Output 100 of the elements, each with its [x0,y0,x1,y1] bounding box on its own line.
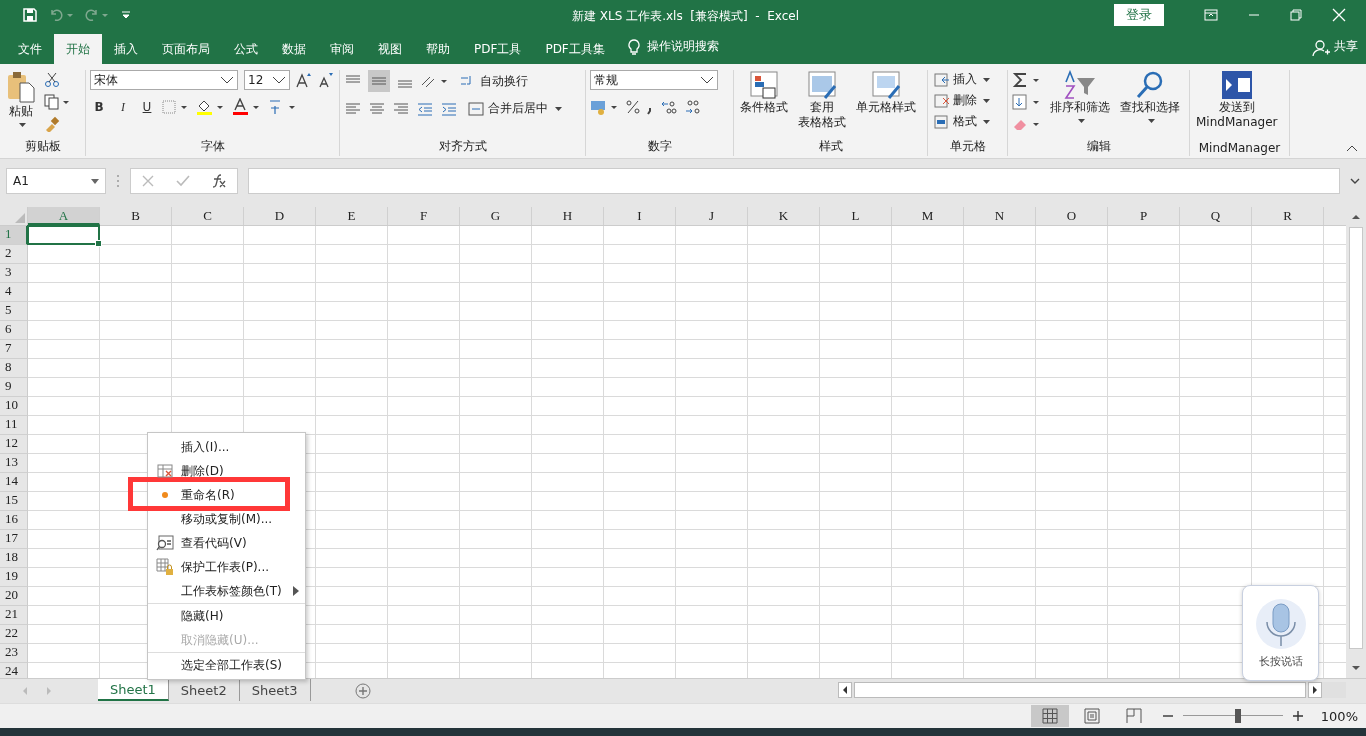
add-sheet-icon[interactable] [354,683,371,699]
ribbon-tab[interactable]: PDF工具 [462,34,534,64]
sheet-tab[interactable]: Sheet1 [98,679,169,701]
row-header[interactable]: 13 [0,454,28,473]
align-left-icon[interactable] [344,100,362,117]
percent-icon[interactable] [626,99,640,115]
column-header[interactable]: M [892,207,964,225]
menu-item[interactable]: 保护工作表(P)... [148,555,305,579]
column-header[interactable]: A [28,207,100,225]
name-box[interactable]: A1 [6,168,106,194]
menu-item[interactable]: 移动或复制(M)... [148,507,305,531]
row-header[interactable]: 3 [0,264,28,283]
menu-item[interactable]: 删除(D) [148,459,305,483]
save-icon[interactable] [22,7,38,23]
find-select-button[interactable]: 查找和选择 [1118,70,1182,123]
menu-item[interactable]: 插入(I)... [148,435,305,459]
row-header[interactable]: 18 [0,549,28,568]
font-color-icon[interactable] [232,98,262,116]
column-header[interactable]: O [1036,207,1108,225]
view-button[interactable] [1030,705,1069,727]
column-header[interactable]: N [964,207,1036,225]
column-header[interactable]: R [1252,207,1324,225]
cells-menu-button[interactable]: 删除 [932,91,992,110]
phonetic-icon[interactable] [268,98,298,116]
fill-color-icon[interactable] [196,98,226,116]
ribbon-tab[interactable]: 数据 [270,34,318,64]
row-header[interactable]: 10 [0,397,28,416]
menu-item[interactable]: 查看代码(V) [148,531,305,555]
row-header[interactable]: 12 [0,435,28,454]
column-header[interactable]: P [1108,207,1180,225]
scroll-right-icon[interactable] [1308,682,1322,698]
column-header[interactable]: L [820,207,892,225]
column-header[interactable]: B [100,207,172,225]
fill-down-icon[interactable] [1012,94,1042,110]
column-header[interactable]: K [748,207,820,225]
menu-item[interactable]: 选定全部工作表(S) [148,652,305,677]
row-header[interactable]: 19 [0,568,28,587]
paste-button[interactable]: 粘贴 [4,70,38,127]
number-format-dropdown[interactable]: 常规 [590,70,718,90]
format-painter-icon[interactable] [44,116,60,132]
row-header[interactable]: 8 [0,359,28,378]
lightbulb-icon[interactable] [626,39,641,57]
row-header[interactable]: 1 [0,226,28,245]
cut-icon[interactable] [44,72,60,88]
zoom-in-icon[interactable] [1292,711,1303,721]
row-header[interactable]: 17 [0,530,28,549]
active-cell[interactable] [27,225,100,245]
increase-font-icon[interactable] [296,72,312,88]
voice-input-widget[interactable]: 长按说话 [1242,585,1319,681]
copy-icon[interactable] [44,94,70,110]
zoom-level[interactable]: 100% [1312,708,1358,724]
align-center-icon[interactable] [368,100,386,117]
menu-item[interactable]: 隐藏(H) [148,603,305,628]
undo-icon[interactable] [48,7,74,23]
formula-input[interactable] [248,168,1340,194]
font-name-dropdown[interactable]: 宋体 [90,70,238,90]
ribbon-tab[interactable]: 文件 [6,34,54,64]
style-button[interactable]: 套用 表格格式 [796,70,848,130]
login-button[interactable]: 登录 [1114,4,1164,26]
row-header[interactable]: 5 [0,302,28,321]
font-size-dropdown[interactable]: 12 [244,70,290,90]
column-header[interactable]: J [676,207,748,225]
redo-icon[interactable] [84,7,110,23]
ribbon-tab[interactable]: 审阅 [318,34,366,64]
column-header[interactable]: C [172,207,244,225]
ribbon-tab[interactable]: 插入 [102,34,150,64]
increase-decimal-icon[interactable] [660,99,678,115]
merge-center-button[interactable]: 合并后居中 [464,100,566,117]
column-header[interactable]: D [244,207,316,225]
align-right-icon[interactable] [392,100,410,117]
row-header[interactable]: 14 [0,473,28,492]
row-header[interactable]: 23 [0,644,28,663]
scroll-left-icon[interactable] [838,682,852,698]
ribbon-tab[interactable]: 视图 [366,34,414,64]
style-button[interactable]: 单元格样式 [854,70,918,115]
cells-menu-button[interactable]: 插入 [932,70,992,89]
sort-filter-button[interactable]: 排序和筛选 [1048,70,1112,123]
row-header[interactable]: 22 [0,625,28,644]
insert-function-icon[interactable] [212,174,226,188]
cell-grid[interactable] [28,226,1346,678]
ribbon-tab[interactable]: 公式 [222,34,270,64]
border-icon[interactable] [162,99,190,115]
collapse-ribbon-icon[interactable] [1346,144,1358,152]
menu-item[interactable]: 重命名(R) [148,483,305,507]
row-header[interactable]: 20 [0,587,28,606]
cells-menu-button[interactable]: 格式 [932,112,992,131]
expand-icon[interactable] [1350,178,1360,184]
currency-icon[interactable] [590,98,620,116]
row-header[interactable]: 11 [0,416,28,435]
row-header[interactable]: 16 [0,511,28,530]
style-button[interactable]: 条件格式 [738,70,790,115]
decrease-font-icon[interactable] [318,72,334,88]
wrap-text-button[interactable]: 自动换行 [456,72,532,90]
autosum-icon[interactable] [1012,72,1042,88]
zoom-slider-thumb[interactable] [1234,709,1241,723]
close-icon[interactable] [1332,8,1346,22]
row-header[interactable]: 4 [0,283,28,302]
column-header[interactable]: F [388,207,460,225]
scrollbar-thumb[interactable] [1349,227,1363,649]
column-header[interactable]: H [532,207,604,225]
